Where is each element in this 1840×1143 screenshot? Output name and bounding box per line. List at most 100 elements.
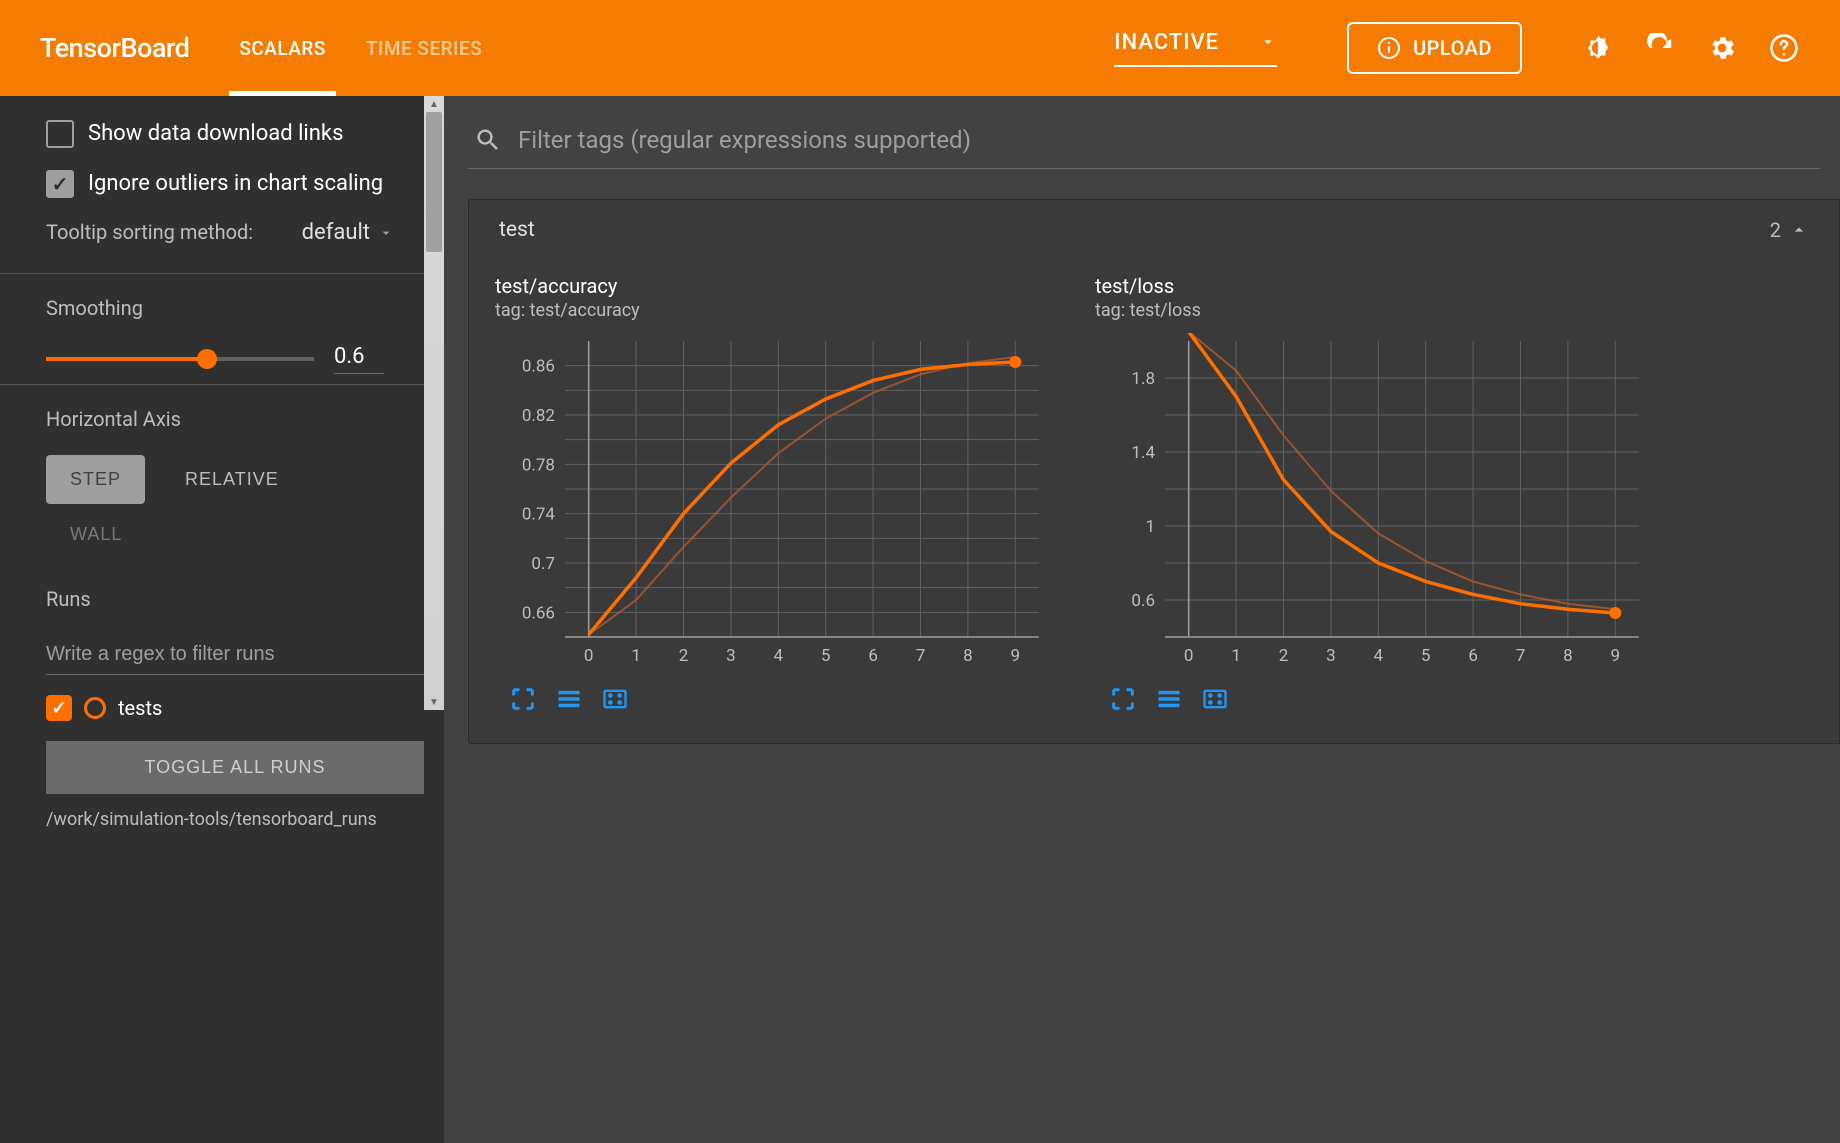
reload-button[interactable] [1644, 32, 1676, 64]
ignore-outliers-label: Ignore outliers in chart scaling [88, 170, 383, 198]
refresh-icon [1645, 33, 1675, 63]
svg-text:0.82: 0.82 [522, 406, 555, 426]
svg-text:0.7: 0.7 [531, 554, 555, 574]
sidebar: ▲ ▼ Show data download links Ignore outl… [0, 96, 444, 1143]
smoothing-label: Smoothing [46, 296, 424, 320]
svg-text:1.8: 1.8 [1131, 369, 1155, 389]
chart-toggle-lines-button[interactable] [1155, 685, 1183, 713]
svg-text:0: 0 [584, 646, 594, 666]
app-header: TensorBoard SCALARS TIME SERIES INACTIVE… [0, 0, 1840, 96]
svg-text:1: 1 [631, 646, 641, 666]
svg-text:8: 8 [963, 646, 973, 666]
svg-text:0.78: 0.78 [522, 455, 555, 475]
tooltip-sort-value: default [302, 220, 370, 245]
chart-fit-domain-button[interactable] [601, 685, 629, 713]
svg-text:0.86: 0.86 [522, 357, 555, 377]
chart-group-header[interactable]: test 2 [469, 200, 1839, 260]
svg-text:2: 2 [679, 646, 689, 666]
tag-filter-placeholder: Filter tags (regular expressions support… [518, 126, 971, 154]
svg-text:9: 9 [1011, 646, 1021, 666]
svg-text:0.6: 0.6 [1131, 591, 1155, 611]
svg-text:6: 6 [1468, 646, 1478, 666]
chart-plot[interactable]: 0 1 2 3 4 5 6 7 8 9 0.6 1 1.4 1.8 [1095, 333, 1655, 673]
svg-text:1: 1 [1145, 517, 1155, 537]
svg-text:8: 8 [1563, 646, 1573, 666]
runs-filter-input[interactable] [46, 635, 424, 675]
tooltip-sort-label: Tooltip sorting method: [46, 220, 253, 245]
upload-button[interactable]: UPLOAD [1347, 22, 1522, 74]
settings-button[interactable] [1706, 32, 1738, 64]
tooltip-sort-select[interactable]: default [302, 220, 394, 245]
chart-toolbar [495, 685, 1055, 713]
chart-title: test/loss [1095, 274, 1655, 298]
svg-text:3: 3 [726, 646, 736, 666]
scrollbar-up-icon[interactable]: ▲ [426, 96, 442, 112]
main-content: Filter tags (regular expressions support… [444, 96, 1840, 1143]
run-row[interactable]: tests [46, 695, 424, 721]
show-download-label: Show data download links [88, 120, 343, 148]
svg-text:4: 4 [1374, 646, 1384, 666]
chart-title: test/accuracy [495, 274, 1055, 298]
svg-text:5: 5 [1421, 646, 1431, 666]
chart-fit-domain-button[interactable] [1201, 685, 1229, 713]
ignore-outliers-checkbox[interactable] [46, 170, 74, 198]
inactive-dropdown-label: INACTIVE [1114, 30, 1219, 55]
brightness-icon [1583, 33, 1613, 63]
header-tabs: SCALARS TIME SERIES [239, 0, 482, 96]
smoothing-slider[interactable] [46, 357, 314, 361]
sidebar-scrollbar[interactable]: ▲ ▼ [424, 96, 444, 710]
search-icon [474, 126, 502, 154]
svg-text:7: 7 [1516, 646, 1526, 666]
runs-label: Runs [46, 587, 424, 611]
chart-card: test/accuracy tag: test/accuracy 0123456… [495, 274, 1055, 713]
chart-toggle-lines-button[interactable] [555, 685, 583, 713]
svg-text:2: 2 [1279, 646, 1289, 666]
chart-card: test/loss tag: test/loss 0 1 2 3 4 5 6 7 8 9 0.6 1 1… [1095, 274, 1655, 713]
theme-toggle-button[interactable] [1582, 32, 1614, 64]
chart-group-count: 2 [1770, 218, 1809, 242]
help-button[interactable] [1768, 32, 1800, 64]
tab-scalars[interactable]: SCALARS [239, 0, 326, 96]
chart-expand-button[interactable] [1109, 685, 1137, 713]
horizontal-axis-label: Horizontal Axis [46, 407, 424, 431]
show-download-checkbox[interactable] [46, 120, 74, 148]
svg-text:1: 1 [1231, 646, 1241, 666]
upload-button-label: UPLOAD [1413, 36, 1492, 60]
toggle-all-runs-button[interactable]: TOGGLE ALL RUNS [46, 741, 424, 794]
tag-filter-row[interactable]: Filter tags (regular expressions support… [468, 120, 1820, 169]
info-icon [1377, 36, 1401, 60]
chart-subtitle: tag: test/accuracy [495, 300, 1055, 321]
run-checkbox[interactable] [46, 695, 72, 721]
smoothing-value[interactable]: 0.6 [334, 344, 384, 374]
svg-text:0: 0 [1184, 646, 1194, 666]
svg-text:1.4: 1.4 [1131, 443, 1155, 463]
chart-toolbar [1095, 685, 1655, 713]
svg-text:0.66: 0.66 [522, 603, 555, 623]
chart-subtitle: tag: test/loss [1095, 300, 1655, 321]
run-name: tests [118, 696, 162, 720]
chevron-down-icon [1259, 33, 1277, 51]
svg-text:9: 9 [1611, 646, 1621, 666]
logdir-path: /work/simulation-tools/tensorboard_runs [46, 808, 424, 831]
svg-text:0.74: 0.74 [522, 505, 556, 525]
scrollbar-down-icon[interactable]: ▼ [426, 694, 442, 710]
chart-plot[interactable]: 01234567890.660.70.740.780.820.86 [495, 333, 1055, 673]
axis-wall-button[interactable]: WALL [46, 510, 146, 559]
header-icon-group [1582, 32, 1800, 64]
chart-expand-button[interactable] [509, 685, 537, 713]
scrollbar-thumb[interactable] [426, 112, 442, 252]
brand-logo: TensorBoard [40, 32, 189, 64]
svg-text:5: 5 [821, 646, 831, 666]
axis-relative-button[interactable]: RELATIVE [161, 455, 303, 504]
chart-group: test 2 test/accuracy tag: test/accuracy … [468, 199, 1840, 744]
tab-time-series[interactable]: TIME SERIES [366, 0, 482, 96]
svg-text:3: 3 [1326, 646, 1336, 666]
slider-handle[interactable] [197, 349, 217, 369]
help-icon [1769, 33, 1799, 63]
inactive-dropdown[interactable]: INACTIVE [1114, 30, 1277, 67]
axis-step-button[interactable]: STEP [46, 455, 145, 504]
chevron-down-icon [378, 225, 394, 241]
svg-text:6: 6 [868, 646, 878, 666]
chart-group-title: test [499, 218, 535, 242]
chevron-up-icon [1789, 220, 1809, 240]
